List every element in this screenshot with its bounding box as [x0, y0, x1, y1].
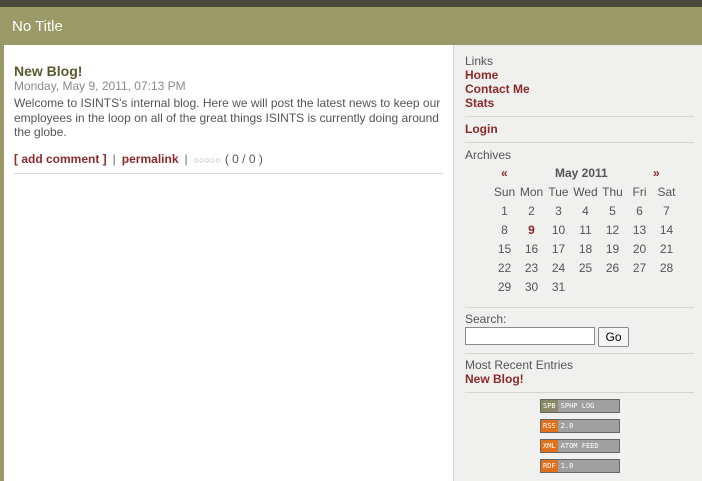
divider: [465, 116, 694, 117]
search-input[interactable]: [465, 327, 595, 345]
badge-left-label: SPB: [541, 400, 558, 412]
calendar-day: 4: [582, 204, 589, 218]
calendar-day: 12: [605, 223, 620, 237]
calendar-day-link[interactable]: 9: [518, 223, 545, 237]
archives-heading: Archives: [465, 148, 512, 162]
separator: |: [184, 152, 188, 166]
calendar-day: 16: [524, 242, 539, 256]
calendar-weekday: Wed: [573, 185, 598, 199]
header-bar: No Title: [0, 7, 702, 45]
calendar-next-button[interactable]: »: [653, 166, 660, 180]
calendar-day: 8: [501, 223, 508, 237]
post-divider: [14, 173, 443, 174]
calendar-day: 19: [605, 242, 620, 256]
search-go-button[interactable]: Go: [598, 327, 629, 347]
rating-stars-icon[interactable]: ○○○○○: [194, 155, 221, 165]
calendar-day: 21: [659, 242, 674, 256]
badge-left-label: RDF: [541, 460, 558, 472]
badge-button[interactable]: SPB SPHP LOG: [540, 399, 620, 413]
calendar-day: 22: [497, 261, 512, 275]
divider: [465, 353, 694, 354]
calendar-weekday: Mon: [519, 185, 544, 199]
search-label: Search:: [465, 312, 507, 326]
post-date: Monday, May 9, 2011, 07:13 PM: [14, 79, 186, 93]
calendar-day: 29: [497, 280, 512, 294]
add-comment-link[interactable]: [ add comment ]: [14, 152, 107, 166]
sidebar-link-stats[interactable]: Stats: [465, 96, 494, 110]
calendar-weekday: Sat: [657, 185, 676, 199]
calendar-day: 23: [524, 261, 539, 275]
recent-entries-heading: Most Recent Entries: [465, 358, 574, 372]
post-body: Welcome to ISINTS's internal blog. Here …: [14, 96, 441, 139]
calendar-day: 1: [501, 204, 508, 218]
calendar-weekday: Tue: [548, 185, 569, 199]
calendar-day: 24: [551, 261, 566, 275]
calendar-day: 31: [551, 280, 566, 294]
calendar-weekday: Thu: [602, 185, 623, 199]
calendar-weekday: Sun: [493, 185, 516, 199]
calendar-prev-button[interactable]: «: [501, 166, 508, 180]
calendar-day: 14: [659, 223, 674, 237]
post-footer: [ add comment ] | permalink | ○○○○○( 0 / 0 ): [14, 152, 263, 166]
post-title[interactable]: New Blog!: [14, 63, 82, 79]
badge-left-label: XML: [541, 440, 558, 452]
calendar-day: 26: [605, 261, 620, 275]
login-link[interactable]: Login: [465, 122, 498, 136]
badge-button[interactable]: RSS 2.0: [540, 419, 620, 433]
links-heading: Links: [465, 54, 494, 68]
calendar-day: 25: [578, 261, 593, 275]
badge-left-label: RSS: [541, 420, 558, 432]
divider: [465, 142, 694, 143]
permalink-link[interactable]: permalink: [122, 152, 179, 166]
calendar-day: 20: [632, 242, 647, 256]
rating-count: ( 0 / 0 ): [224, 152, 263, 166]
calendar-day: 30: [524, 280, 539, 294]
calendar-day: 17: [551, 242, 566, 256]
calendar-day: 11: [579, 223, 592, 237]
calendar-weekday: Fri: [632, 185, 647, 199]
calendar-day: 18: [578, 242, 593, 256]
divider: [465, 307, 694, 308]
calendar-day: 5: [609, 204, 616, 218]
main-content: New Blog! Monday, May 9, 2011, 07:13 PM …: [4, 45, 453, 481]
badge-right-label: SPHP LOG: [557, 400, 619, 412]
calendar-day: 13: [632, 223, 647, 237]
calendar-day: 27: [632, 261, 647, 275]
calendar-month: May 2011: [555, 166, 608, 180]
calendar-day: 2: [528, 204, 535, 218]
calendar-day: 28: [659, 261, 674, 275]
calendar-day: 3: [555, 204, 562, 218]
badge-right-label: ATOM FEED: [557, 440, 619, 452]
divider: [465, 392, 694, 393]
calendar-day: 15: [497, 242, 512, 256]
calendar-day: 10: [551, 223, 566, 237]
badge-right-label: 1.0: [557, 460, 619, 472]
recent-entry-link[interactable]: New Blog!: [465, 372, 524, 386]
calendar-day: 7: [663, 204, 670, 218]
badge-right-label: 2.0: [557, 420, 619, 432]
site-title: No Title: [12, 18, 63, 35]
sidebar-link-home[interactable]: Home: [465, 68, 498, 82]
badge-button[interactable]: XML ATOM FEED: [540, 439, 620, 453]
top-strip: [0, 0, 702, 7]
sidebar-link-contact[interactable]: Contact Me: [465, 82, 530, 96]
sidebar: Links Home Contact Me Stats Login Archiv…: [453, 45, 702, 481]
badge-button[interactable]: RDF 1.0: [540, 459, 620, 473]
separator: |: [112, 152, 116, 166]
calendar-day: 6: [636, 204, 643, 218]
